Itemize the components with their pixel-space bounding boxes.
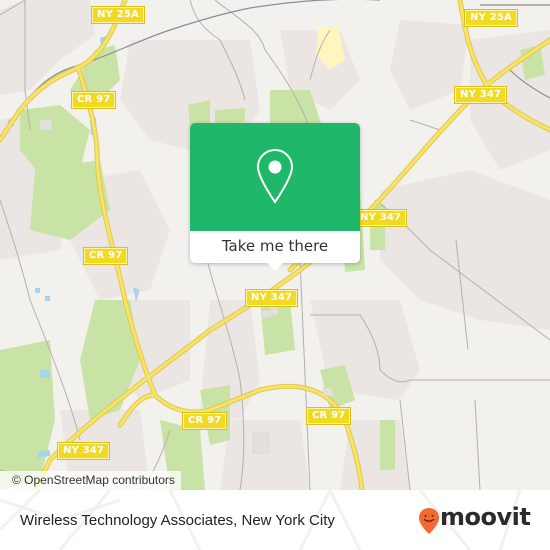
road-shield-ny347: NY 347 <box>453 86 508 104</box>
footer-bar: Wireless Technology Associates, New York… <box>0 490 550 550</box>
location-popup: Take me there <box>190 123 360 271</box>
road-shield-cr97: CR 97 <box>82 247 129 265</box>
road-shield-ny25a: NY 25A <box>464 9 518 27</box>
road-shield-cr97: CR 97 <box>181 412 228 430</box>
popup-header <box>190 123 360 231</box>
road-shield-ny347: NY 347 <box>56 442 111 460</box>
road-shield-ny25a: NY 25A <box>91 6 145 24</box>
road-shield-ny347: NY 347 <box>353 209 408 227</box>
map-attribution[interactable]: © OpenStreetMap contributors <box>0 471 181 490</box>
take-me-there-button[interactable]: Take me there <box>190 231 360 263</box>
road-shield-cr97: CR 97 <box>70 91 117 109</box>
moovit-brand-text: moovit <box>440 503 531 531</box>
map-view[interactable]: NY 25A NY 25A CR 97 NY 347 NY 347 CR 97 … <box>0 0 550 490</box>
road-shield-ny347: NY 347 <box>244 289 299 307</box>
moovit-smile-pin-icon <box>419 508 439 534</box>
popup-pointer <box>266 262 284 271</box>
place-name: Wireless Technology Associates, New York… <box>20 512 335 529</box>
road-shield-cr97: CR 97 <box>305 407 352 425</box>
map-pin-icon <box>256 148 294 204</box>
